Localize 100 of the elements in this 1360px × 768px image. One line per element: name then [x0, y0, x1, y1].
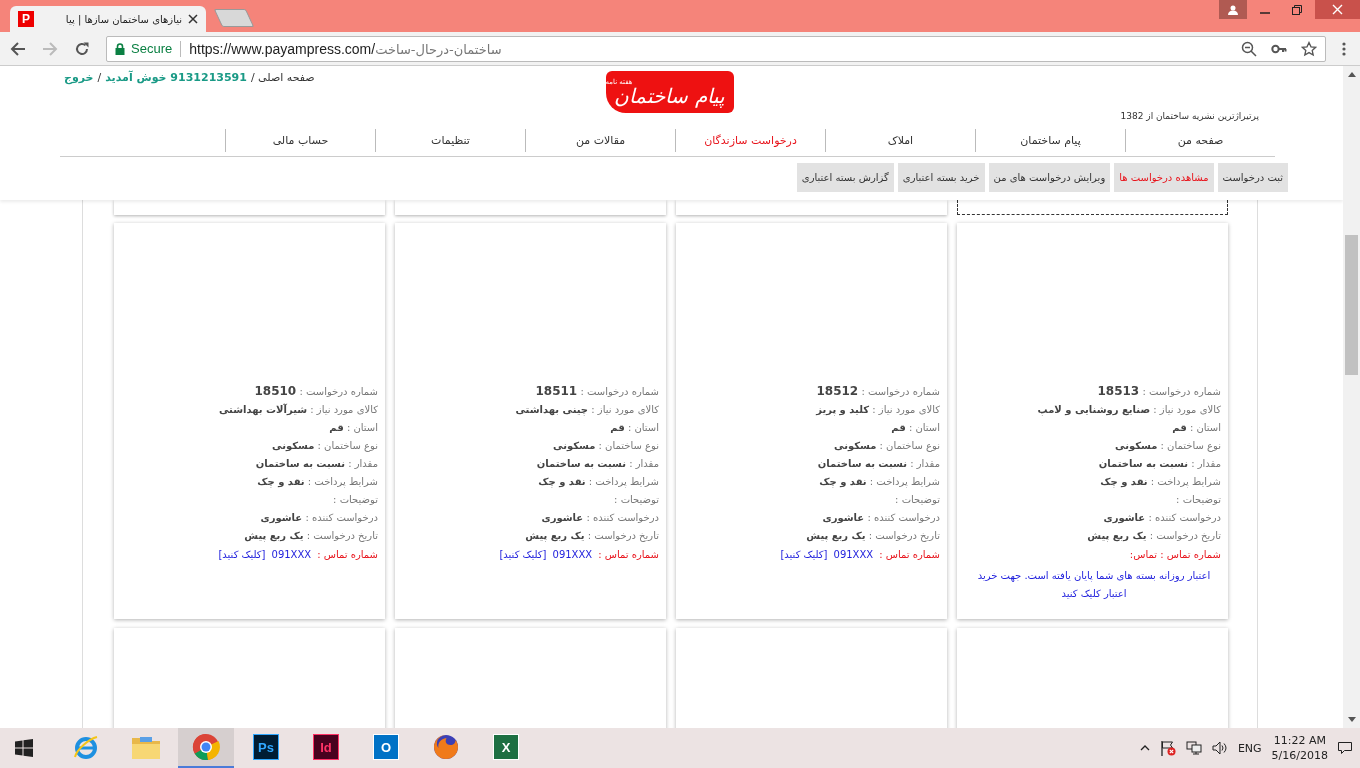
- taskbar-button[interactable]: Ps: [238, 728, 294, 768]
- field-row-text: شرایط پرداخت : نقد و چک: [537, 475, 659, 490]
- close-button[interactable]: [1315, 0, 1360, 19]
- windows-logo-icon: [15, 739, 33, 757]
- click-link[interactable]: [کلیک کنید]: [218, 545, 266, 565]
- field-row-text: استان : قم: [609, 421, 659, 435]
- chevron-up-icon[interactable]: [1139, 745, 1150, 751]
- secure-label: Secure: [131, 41, 173, 56]
- field-row-text: درخواست کننده : عاشوری: [1102, 511, 1221, 526]
- tagline: پرتیراژترین نشریه ساختمان از 1382: [1120, 111, 1259, 123]
- taskbar-button[interactable]: [178, 728, 234, 768]
- field-row-text: شرایط پرداخت : نقد و چک: [1099, 475, 1221, 490]
- field-row-text: تاریخ درخواست : یک ربع پیش: [243, 529, 378, 544]
- field-row-text: مقدار : نسبت به ساختمان: [535, 457, 659, 471]
- field-row-text: تاریخ درخواست : یک ربع پیش: [805, 529, 940, 544]
- profile-button[interactable]: [1219, 0, 1247, 19]
- field-row-text: نوع ساختمان : مسکونی: [271, 439, 378, 454]
- clock[interactable]: 11:22 AM 5/16/2018: [1271, 733, 1328, 763]
- tab-title: نیازهای ساختمان سازها | پیا: [64, 13, 182, 25]
- minimize-icon: [1260, 11, 1270, 14]
- person-icon: [1227, 3, 1239, 16]
- browser-icon: [192, 733, 220, 761]
- taskbar-button[interactable]: Id: [298, 728, 354, 768]
- back-icon[interactable]: [10, 40, 26, 57]
- field-row-text: نوع ساختمان : مسکونی: [1114, 439, 1221, 454]
- contact-label: شماره تماس :: [317, 548, 378, 562]
- field-row-text: درخواست کننده : عاشوری: [259, 511, 378, 526]
- restore-icon: [1292, 4, 1302, 15]
- nav-tab[interactable]: مقالات من: [525, 129, 675, 152]
- credit-notice-link[interactable]: اعتبار روزانه بسته های شما پایان یافته است. جهت خرید اعتبار کلیک کنید: [965, 565, 1221, 603]
- phone-number: 091XXX: [271, 548, 312, 562]
- star-icon[interactable]: [1301, 40, 1317, 57]
- subnav-button[interactable]: ویرایش درخواست های من: [988, 163, 1111, 192]
- field-row-text: استان : قم: [890, 421, 940, 435]
- nav-tab[interactable]: صفحه من: [1125, 129, 1275, 152]
- field-row-text: درخواست کننده : عاشوری: [821, 511, 940, 526]
- nav-tab[interactable]: درخواست سازندگان: [675, 129, 825, 152]
- field-row-text: کالای مورد نیاز : شیرآلات بهداشتی: [217, 402, 378, 418]
- field-row-text: کالای مورد نیاز : چینی بهداشتی: [514, 403, 659, 418]
- breadcrumb-separator: صفحه اصلی /: [250, 71, 315, 84]
- contact-label: شماره تماس :: [598, 548, 659, 562]
- field-row-text: تاریخ درخواست : یک ربع پیش: [524, 529, 659, 544]
- speaker-icon[interactable]: [1211, 741, 1228, 755]
- subnav-button[interactable]: مشاهده درخواست ها: [1114, 163, 1214, 192]
- spreadsheet-icon: X: [493, 734, 519, 760]
- taskbar-button[interactable]: X: [478, 728, 534, 768]
- reload-icon[interactable]: [74, 40, 90, 57]
- nav-tab[interactable]: املاک: [825, 129, 975, 152]
- mail-icon: O: [373, 734, 399, 760]
- subnav-button[interactable]: گزارش بسته اعتباری: [796, 163, 894, 192]
- lock-icon: [115, 42, 125, 55]
- field-row-text: درخواست کننده : عاشوری: [540, 511, 659, 526]
- nav-tab[interactable]: پیام ساختمان: [975, 129, 1125, 152]
- phone-number: 091XXX: [552, 548, 593, 562]
- favicon-icon: P: [18, 11, 34, 27]
- subnav-button[interactable]: خرید بسته اعتباری: [897, 163, 985, 192]
- contact-label: شماره تماس : تماس:: [1129, 548, 1221, 562]
- network-icon[interactable]: [1185, 741, 1202, 755]
- zoom-out-icon[interactable]: [1241, 40, 1257, 57]
- field-row-text: کالای مورد نیاز : کلید و پریز: [814, 403, 940, 418]
- close-icon[interactable]: [188, 14, 198, 24]
- language-indicator[interactable]: ENG: [1237, 741, 1262, 755]
- field-row-text: کالای مورد نیاز : صنایع روشنایی و لامپ: [1036, 403, 1221, 418]
- field-row-text: توضیحات :: [1175, 493, 1221, 507]
- field-row-text: مقدار : نسبت به ساختمان: [254, 457, 378, 471]
- field-row-text: مقدار : نسبت به ساختمان: [1097, 457, 1221, 471]
- browser-icon: [432, 733, 460, 761]
- nav-tab[interactable]: تنظیمات: [375, 129, 525, 152]
- menu-icon[interactable]: [1342, 40, 1346, 57]
- field-row-text: تاریخ درخواست : یک ربع پیش: [1086, 529, 1221, 544]
- field-row-text: توضیحات :: [894, 493, 940, 507]
- breadcrumb-separator: /: [97, 71, 102, 84]
- contact-label: شماره تماس :: [879, 548, 940, 562]
- field-row-text: توضیحات :: [613, 493, 659, 507]
- phone-number: 091XXX: [833, 548, 874, 562]
- browser-icon: [72, 733, 100, 761]
- field-row-text: مقدار : نسبت به ساختمان: [816, 457, 940, 471]
- scroll-up-icon[interactable]: [1347, 72, 1356, 77]
- field-row-text: توضیحات :: [332, 493, 378, 507]
- click-link[interactable]: [کلیک کنید]: [780, 545, 828, 565]
- click-link[interactable]: [کلیک کنید]: [499, 545, 547, 565]
- field-row-text: نوع ساختمان : مسکونی: [833, 439, 940, 454]
- nav-tab[interactable]: حساب مالی: [225, 129, 375, 152]
- scrollbar[interactable]: [1343, 66, 1360, 728]
- flag-icon[interactable]: [1159, 740, 1176, 756]
- app-icon: Ps: [253, 734, 279, 760]
- taskbar-button[interactable]: O: [358, 728, 414, 768]
- field-row-text: شرایط پرداخت : نقد و چک: [818, 475, 940, 490]
- notification-icon[interactable]: [1338, 742, 1352, 754]
- field-row-text: نوع ساختمان : مسکونی: [552, 439, 659, 454]
- app-icon: Id: [313, 734, 339, 760]
- close-icon: [1332, 4, 1343, 15]
- folder-icon: [131, 734, 161, 760]
- scroll-down-icon[interactable]: [1347, 717, 1356, 722]
- subnav-button[interactable]: ثبت درخواست: [1217, 163, 1288, 192]
- field-row-text: استان : قم: [1171, 421, 1221, 435]
- field-row-text: استان : قم: [328, 421, 378, 435]
- field-row-text: شرایط پرداخت : نقد و چک: [256, 475, 378, 490]
- scroll-thumb[interactable]: [1345, 235, 1358, 375]
- breadcrumb-link[interactable]: خروج: [64, 71, 94, 84]
